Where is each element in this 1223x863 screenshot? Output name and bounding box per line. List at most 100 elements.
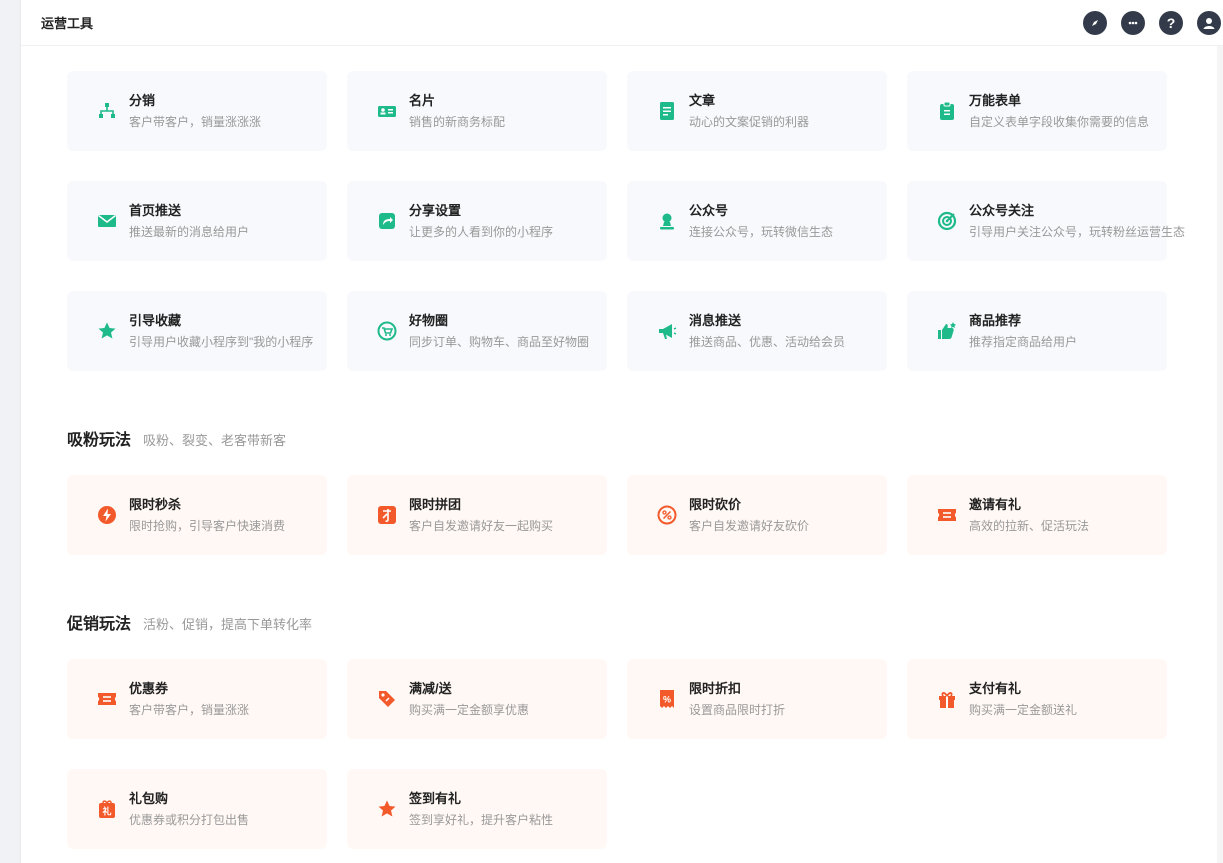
scrollbar[interactable] <box>1217 46 1223 863</box>
promo-section-header: 促销玩法 活粉、促销，提高下单转化率 <box>67 610 312 634</box>
tool-card-lightning[interactable]: 限时秒杀限时抢购，引导客户快速消费 <box>67 475 327 555</box>
tool-card-title: 公众号关注 <box>969 202 1035 218</box>
tool-card-discount[interactable]: % 限时折扣设置商品限时打折 <box>627 659 887 739</box>
tool-card-org-chart[interactable]: 分销 客户带客户，销量涨涨涨 <box>67 71 327 151</box>
tool-card-text: 消息推送 推送商品、优惠、活动给会员 <box>689 312 845 351</box>
checkin-star-icon <box>377 799 397 819</box>
user-icon[interactable] <box>1197 10 1221 35</box>
svg-text:礼: 礼 <box>102 806 111 818</box>
main-panel: 运营工具 ? 分销 客户带客户，销量涨涨涨 名片 销售的新商务标配 文章 动心的文案促销的… <box>20 0 1223 863</box>
tool-card-description: 推荐指定商品给用户 <box>969 334 1078 349</box>
star-icon <box>97 321 117 341</box>
group-buy-icon <box>377 505 397 525</box>
share-icon <box>377 211 397 231</box>
tool-card-description: 签到享好礼，提升客户粘性 <box>409 812 554 827</box>
tool-card-text: 礼包购 优惠券或积分打包出售 <box>129 790 249 829</box>
tool-card-group-buy[interactable]: 限时拼团客户自发邀请好友一起购买 <box>347 475 607 555</box>
tool-card-text: 名片 销售的新商务标配 <box>409 92 505 131</box>
tool-card-business-card[interactable]: 名片 销售的新商务标配 <box>347 71 607 151</box>
tool-card-description: 优惠券或积分打包出售 <box>129 812 250 827</box>
tool-card-cart-circle[interactable]: 好物圈 同步订单、购物车、商品至好物圈 <box>347 291 607 371</box>
svg-text:%: % <box>663 695 671 705</box>
business-card-icon <box>377 101 397 121</box>
tool-card-mail[interactable]: 首页推送 推送最新的消息给用户 <box>67 181 327 261</box>
tool-card-title: 限时秒杀 <box>129 496 182 512</box>
megaphone-icon <box>657 321 677 341</box>
tool-card-title: 满减/送 <box>409 680 452 696</box>
fans-section-subtitle: 吸粉、裂变、老客带新客 <box>143 433 287 448</box>
tool-card-checkin-star[interactable]: 签到有礼 签到享好礼，提升客户粘性 <box>347 769 607 849</box>
price-tag-icon <box>377 689 397 709</box>
tool-card-text: 公众号 连接公众号，玩转微信生态 <box>689 202 833 241</box>
tool-card-title: 文章 <box>689 92 716 108</box>
tool-card-title: 分享设置 <box>409 202 462 218</box>
tool-card-description: 引导用户关注公众号，玩转粉丝运营生态 <box>969 224 1186 239</box>
tool-card-text: 邀请有礼高效的拉新、促活玩法 <box>969 496 1089 535</box>
mail-icon <box>97 211 117 231</box>
tool-card-target[interactable]: 公众号关注引导用户关注公众号，玩转粉丝运营生态 <box>907 181 1185 261</box>
tool-card-star[interactable]: 引导收藏引导用户收藏小程序到"我的小程序 <box>67 291 327 371</box>
tool-card-description: 购买满一定金额享优惠 <box>409 702 530 717</box>
tool-card-description: 客户自发邀请好友一起购买 <box>409 518 554 533</box>
tool-card-clipboard[interactable]: 万能表单 自定义表单字段收集你需要的信息 <box>907 71 1167 151</box>
help-icon[interactable]: ? <box>1159 10 1183 35</box>
tool-card-title: 好物圈 <box>409 312 449 328</box>
tool-card-text: 优惠券 客户带客户，销量涨涨 <box>129 680 249 719</box>
tool-card-gift[interactable]: 支付有礼购买满一定金额送礼 <box>907 659 1167 739</box>
tool-card-title: 限时折扣 <box>689 680 742 696</box>
clipboard-icon <box>937 101 957 121</box>
lightning-icon <box>97 505 117 525</box>
tool-card-title: 邀请有礼 <box>969 496 1022 512</box>
tool-card-description: 让更多的人看到你的小程序 <box>409 224 554 239</box>
tool-card-text: 限时折扣设置商品限时打折 <box>689 680 785 719</box>
tool-card-article[interactable]: 文章 动心的文案促销的利器 <box>627 71 887 151</box>
tool-card-text: 引导收藏引导用户收藏小程序到"我的小程序 <box>129 312 313 351</box>
chat-icon[interactable] <box>1121 10 1145 35</box>
tool-card-thumbs-up[interactable]: 商品推荐推荐指定商品给用户 <box>907 291 1167 371</box>
tool-card-title: 商品推荐 <box>969 312 1022 328</box>
tool-card-text: 分销 客户带客户，销量涨涨涨 <box>129 92 261 131</box>
tool-card-description: 推送最新的消息给用户 <box>129 224 250 239</box>
tool-card-description: 限时抢购，引导客户快速消费 <box>129 518 286 533</box>
tool-card-title: 万能表单 <box>969 92 1022 108</box>
ticket-icon <box>937 505 957 525</box>
tool-card-text: 公众号关注引导用户关注公众号，玩转粉丝运营生态 <box>969 202 1185 241</box>
tool-card-title: 限时拼团 <box>409 496 462 512</box>
tool-card-description: 连接公众号，玩转微信生态 <box>689 224 834 239</box>
tool-card-description: 引导用户收藏小程序到"我的小程序 <box>129 334 314 349</box>
tool-card-text: 限时秒杀限时抢购，引导客户快速消费 <box>129 496 285 535</box>
tool-card-description: 高效的拉新、促活玩法 <box>969 518 1090 533</box>
tool-card-coupon[interactable]: 优惠券 客户带客户，销量涨涨 <box>67 659 327 739</box>
tool-card-text: 万能表单 自定义表单字段收集你需要的信息 <box>969 92 1149 131</box>
gift-pack-icon: 礼 <box>97 799 117 819</box>
coupon-icon <box>97 689 117 709</box>
tool-card-text: 满减/送购买满一定金额享优惠 <box>409 680 529 719</box>
tool-card-description: 客户带客户，销量涨涨 <box>129 702 250 717</box>
tool-card-title: 引导收藏 <box>129 312 182 328</box>
tool-card-title: 限时砍价 <box>689 496 742 512</box>
fans-section-title: 吸粉玩法 <box>67 432 132 449</box>
tool-card-description: 销售的新商务标配 <box>409 114 506 129</box>
fans-section-header: 吸粉玩法 吸粉、裂变、老客带新客 <box>67 426 286 450</box>
tool-card-text: 商品推荐推荐指定商品给用户 <box>969 312 1077 351</box>
compass-icon[interactable] <box>1083 10 1107 35</box>
tool-card-description: 购买满一定金额送礼 <box>969 702 1078 717</box>
page-title: 运营工具 <box>41 16 94 31</box>
cart-circle-icon <box>377 321 397 341</box>
tool-card-text: 支付有礼购买满一定金额送礼 <box>969 680 1077 719</box>
tool-card-price-tag[interactable]: 满减/送购买满一定金额享优惠 <box>347 659 607 739</box>
tool-card-official-account[interactable]: 公众号 连接公众号，玩转微信生态 <box>627 181 887 261</box>
tool-card-text: 文章 动心的文案促销的利器 <box>689 92 809 131</box>
tool-card-description: 客户自发邀请好友砍价 <box>689 518 810 533</box>
tool-card-text: 分享设置让更多的人看到你的小程序 <box>409 202 553 241</box>
tool-card-gift-pack[interactable]: 礼 礼包购 优惠券或积分打包出售 <box>67 769 327 849</box>
tool-card-bargain[interactable]: 限时砍价客户自发邀请好友砍价 <box>627 475 887 555</box>
tool-card-text: 好物圈 同步订单、购物车、商品至好物圈 <box>409 312 589 351</box>
gift-icon <box>937 689 957 709</box>
tool-card-share[interactable]: 分享设置让更多的人看到你的小程序 <box>347 181 607 261</box>
tool-card-title: 支付有礼 <box>969 680 1022 696</box>
tool-card-description: 设置商品限时打折 <box>689 702 786 717</box>
tool-card-text: 首页推送 推送最新的消息给用户 <box>129 202 249 241</box>
tool-card-megaphone[interactable]: 消息推送 推送商品、优惠、活动给会员 <box>627 291 887 371</box>
tool-card-ticket[interactable]: 邀请有礼高效的拉新、促活玩法 <box>907 475 1167 555</box>
